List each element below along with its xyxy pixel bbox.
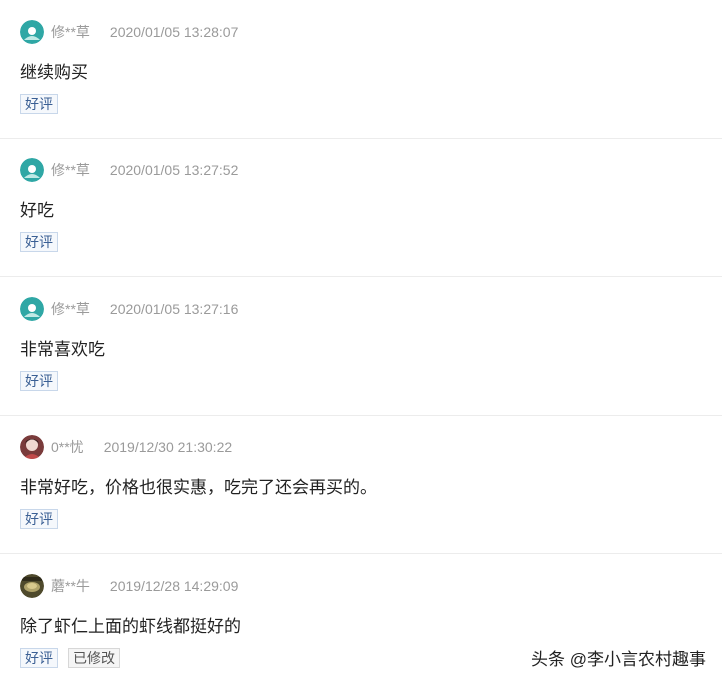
review-meta: 蘑**牛 2019/12/28 14:29:09: [20, 572, 238, 600]
review-tags: 好评: [20, 371, 68, 391]
review-content: 非常好吃，价格也很实惠，吃完了还会再买的。: [20, 478, 377, 497]
username: 修**草: [51, 24, 90, 40]
review-content: 好吃: [20, 201, 54, 220]
username: 0**忧: [51, 439, 84, 455]
avatar-icon: [20, 20, 44, 44]
avatar[interactable]: [20, 20, 44, 44]
avatar-icon: [20, 297, 44, 321]
watermark: 头条 @李小言农村趣事: [531, 650, 706, 669]
timestamp: 2020/01/05 13:27:16: [109, 301, 239, 317]
review-meta: 修**草 2020/01/05 13:27:16: [20, 295, 238, 323]
avatar-icon: [20, 158, 44, 182]
avatar[interactable]: [20, 158, 44, 182]
review-item: 修**草 2020/01/05 13:28:07 继续购买 好评: [0, 0, 722, 139]
tag-positive: 好评: [20, 94, 58, 114]
avatar-photo: [20, 574, 44, 598]
avatar[interactable]: [20, 574, 44, 598]
review-item: 0**忧 2019/12/30 21:30:22 非常好吃，价格也很实惠，吃完了…: [0, 415, 722, 554]
timestamp: 2020/01/05 13:28:07: [109, 24, 239, 40]
tag-positive: 好评: [20, 648, 58, 668]
username: 修**草: [51, 301, 90, 317]
review-content: 非常喜欢吃: [20, 340, 105, 359]
username: 修**草: [51, 162, 90, 178]
tag-positive: 好评: [20, 509, 58, 529]
review-content: 除了虾仁上面的虾线都挺好的: [20, 617, 241, 636]
review-meta: 修**草 2020/01/05 13:27:52: [20, 156, 238, 184]
review-tags: 好评: [20, 94, 68, 114]
review-tags: 好评 已修改: [20, 648, 130, 668]
avatar[interactable]: [20, 297, 44, 321]
review-content: 继续购买: [20, 63, 88, 82]
tag-positive: 好评: [20, 232, 58, 252]
review-item: 蘑**牛 2019/12/28 14:29:09 除了虾仁上面的虾线都挺好的 好…: [0, 554, 722, 693]
avatar[interactable]: [20, 435, 44, 459]
avatar-photo: [20, 435, 44, 459]
timestamp: 2020/01/05 13:27:52: [109, 162, 239, 178]
username: 蘑**牛: [51, 578, 90, 594]
review-tags: 好评: [20, 232, 68, 252]
review-meta: 0**忧 2019/12/30 21:30:22: [20, 433, 232, 461]
timestamp: 2019/12/28 14:29:09: [109, 578, 239, 594]
review-item: 修**草 2020/01/05 13:27:16 非常喜欢吃 好评: [0, 277, 722, 416]
review-tags: 好评: [20, 509, 68, 529]
timestamp: 2019/12/30 21:30:22: [103, 439, 233, 455]
review-item: 修**草 2020/01/05 13:27:52 好吃 好评: [0, 138, 722, 277]
tag-positive: 好评: [20, 371, 58, 391]
tag-edited: 已修改: [68, 648, 120, 668]
review-meta: 修**草 2020/01/05 13:28:07: [20, 18, 238, 46]
